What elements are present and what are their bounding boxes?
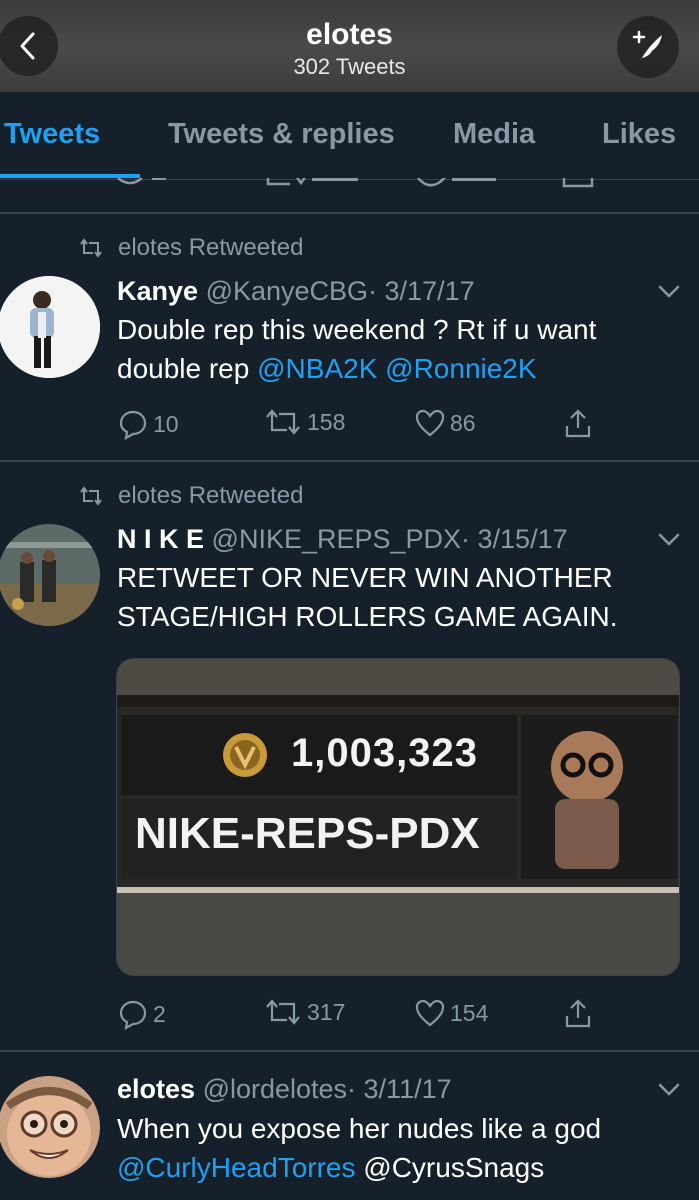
reply-icon: [119, 410, 147, 440]
media-player-name: NIKE-REPS-PDX: [135, 809, 480, 858]
handle[interactable]: @lordelotes: [203, 1074, 347, 1104]
like-count: 86: [450, 409, 476, 436]
tab-media[interactable]: Media: [453, 118, 535, 151]
retweet-count: 317: [307, 998, 346, 1025]
chevron-down-icon[interactable]: [657, 532, 681, 548]
tab-tweets-and-replies[interactable]: Tweets & replies: [168, 118, 395, 151]
profile-tabs: Tweets Tweets & replies Media Likes: [0, 92, 699, 180]
retweet-icon: [80, 238, 102, 258]
tweet-author: N I K E @NIKE_REPS_PDX· 3/15/17: [117, 524, 568, 555]
tab-likes[interactable]: Likes: [602, 118, 676, 151]
tweet-media-image[interactable]: 1,003,323 NIKE-REPS-PDX: [116, 658, 680, 976]
tweet-date: · 3/17/17: [368, 276, 475, 306]
tweet-text: Double rep this weekend ? Rt if u want d…: [117, 314, 597, 384]
media-coin-amount: 1,003,323: [291, 731, 478, 775]
handle[interactable]: @NIKE_REPS_PDX: [212, 524, 462, 554]
retweet-button[interactable]: 317: [263, 998, 345, 1026]
tweet-text: When you expose her nudes like a god @Cu…: [117, 1113, 602, 1183]
retweeted-by-label: elotes Retweeted: [118, 482, 304, 509]
tweet-date: · 3/15/17: [461, 524, 568, 554]
retweet-icon: [266, 409, 300, 435]
compose-feather-icon: [632, 30, 662, 61]
retweet-icon: [266, 999, 300, 1025]
previous-tweet-actions: [0, 178, 699, 212]
reply-button[interactable]: 10: [117, 408, 179, 440]
tweet-author: elotes @lordelotes· 3/11/17: [117, 1074, 452, 1105]
display-name[interactable]: N I K E: [117, 524, 204, 554]
tab-tweets[interactable]: Tweets: [4, 118, 100, 151]
tweet-actions: 2 317 154: [117, 998, 637, 1032]
divider: [0, 212, 699, 214]
profile-header: elotes 302 Tweets: [0, 0, 699, 92]
retweet-indicator: elotes Retweeted: [78, 234, 303, 262]
reply-button[interactable]: 2: [117, 998, 166, 1030]
compose-button[interactable]: [617, 16, 679, 78]
mention-text[interactable]: @CyrusSnags: [363, 1152, 544, 1183]
retweet-icon: [80, 486, 102, 506]
chevron-down-icon[interactable]: [657, 284, 681, 300]
retweeted-by-label: elotes Retweeted: [118, 234, 304, 261]
display-name[interactable]: elotes: [117, 1074, 195, 1104]
mention-link[interactable]: @Ronnie2K: [385, 353, 536, 384]
reply-count: 2: [153, 1000, 166, 1027]
tweet-text: RETWEET OR NEVER WIN ANOTHER STAGE/HIGH …: [117, 562, 618, 632]
like-button[interactable]: 154: [414, 998, 488, 1028]
tweet-actions: 10 158 86: [117, 408, 637, 442]
like-button[interactable]: 86: [414, 408, 476, 438]
tweet-author: Kanye @KanyeCBG· 3/17/17: [117, 276, 475, 307]
page-title: elotes: [306, 18, 393, 51]
tweet-date: · 3/11/17: [347, 1074, 452, 1104]
reply-count: 10: [153, 410, 179, 437]
heart-icon: [415, 999, 445, 1027]
display-name[interactable]: Kanye: [117, 276, 198, 306]
handle[interactable]: @KanyeCBG: [206, 276, 368, 306]
tweet-count: 302 Tweets: [293, 54, 406, 79]
avatar[interactable]: [0, 524, 100, 626]
divider: [0, 460, 699, 462]
heart-icon: [415, 409, 445, 437]
share-button[interactable]: [562, 998, 594, 1030]
retweet-indicator: elotes Retweeted: [78, 482, 303, 510]
avatar[interactable]: [0, 276, 100, 378]
mention-link[interactable]: @NBA2K: [257, 353, 377, 384]
share-icon: [565, 409, 591, 438]
retweet-button[interactable]: 158: [263, 408, 345, 436]
chevron-down-icon[interactable]: [657, 1082, 681, 1098]
share-icon: [565, 999, 591, 1028]
divider: [0, 1050, 699, 1052]
mention-link[interactable]: @CurlyHeadTorres: [117, 1152, 356, 1183]
retweet-count: 158: [307, 408, 346, 435]
avatar[interactable]: [0, 1076, 100, 1178]
share-button[interactable]: [562, 408, 594, 440]
like-count: 154: [450, 999, 489, 1026]
reply-icon: [119, 1000, 147, 1030]
